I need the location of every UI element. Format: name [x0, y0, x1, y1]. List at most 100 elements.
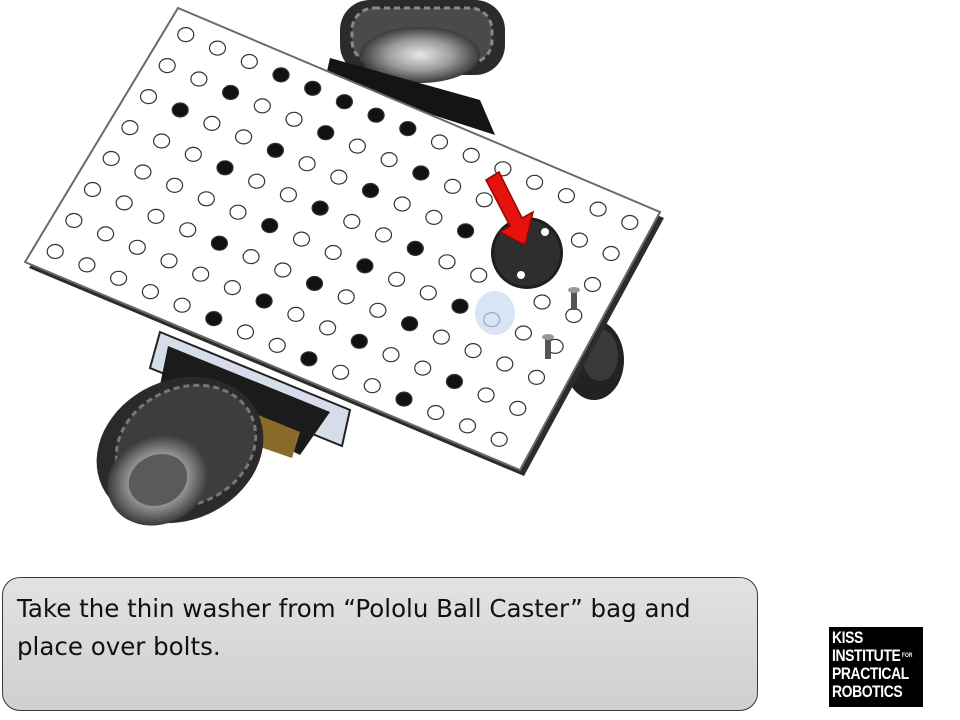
- logo-line-kiss: KISS: [832, 628, 863, 647]
- plate-hole: [527, 369, 546, 385]
- plate-hole: [462, 147, 480, 163]
- plate-hole: [96, 226, 115, 242]
- plate-hole: [458, 418, 477, 434]
- plate-hole: [160, 253, 178, 269]
- plate-hole: [255, 293, 273, 309]
- plate-hole: [128, 239, 146, 255]
- plate-hole: [208, 40, 227, 56]
- plate-hole: [141, 284, 159, 300]
- plate-hole: [261, 218, 279, 234]
- plate-hole: [533, 294, 551, 310]
- chassis-plate: [23, 6, 664, 476]
- plate-hole: [565, 307, 583, 324]
- plate-hole: [509, 400, 527, 416]
- plate-hole: [432, 329, 450, 345]
- plate-hole: [203, 115, 221, 132]
- plate-hole: [525, 174, 544, 190]
- plate-hole: [177, 26, 195, 43]
- plate-hole: [361, 182, 380, 199]
- plate-hole: [457, 223, 475, 239]
- plate-hole: [514, 325, 533, 341]
- plate-hole: [216, 160, 234, 176]
- plate-hole: [109, 270, 128, 286]
- plate-hole: [285, 111, 303, 127]
- plate-hole: [356, 258, 374, 274]
- plate-hole: [274, 262, 292, 278]
- plate-hole: [444, 178, 462, 194]
- plate-hole: [268, 337, 286, 353]
- plate-hole: [173, 297, 191, 313]
- plate-hole: [496, 356, 514, 372]
- plate-hole: [419, 285, 437, 301]
- plate-hole: [287, 306, 305, 322]
- plate-hole: [363, 378, 381, 394]
- plate-hole: [348, 138, 366, 154]
- plate-hole: [477, 387, 495, 403]
- plate-hole: [279, 187, 297, 203]
- logo-line-institute: INSTITUTE: [832, 646, 901, 665]
- plate-hole: [583, 276, 602, 293]
- plate-hole: [121, 119, 139, 136]
- plate-hole: [192, 266, 210, 282]
- plate-hole: [393, 196, 411, 212]
- robot-chassis-illustration: [23, 0, 664, 526]
- plate-hole: [83, 181, 102, 198]
- plate-hole: [470, 267, 488, 283]
- plate-hole: [205, 311, 223, 327]
- plate-hole: [248, 173, 266, 189]
- plate-hole: [147, 208, 165, 224]
- instruction-caption: Take the thin washer from “Pololu Ball C…: [2, 577, 758, 711]
- plate-hole: [311, 200, 329, 216]
- plate-hole: [388, 271, 406, 287]
- plate-hole: [115, 195, 133, 211]
- plate-hole: [438, 254, 456, 270]
- plate-hole: [298, 156, 316, 172]
- plate-hole: [292, 231, 311, 247]
- plate-hole: [158, 57, 176, 74]
- plate-hole: [451, 298, 469, 314]
- plate-hole: [317, 125, 335, 141]
- plate-hole: [78, 257, 96, 273]
- caption-line-2: place over bolts.: [17, 632, 221, 661]
- plate-hole: [272, 67, 290, 83]
- plate-hole: [253, 98, 271, 114]
- plate-hole: [179, 222, 197, 238]
- plate-hole: [412, 165, 430, 181]
- plate-hole: [332, 364, 350, 380]
- plate-hole: [343, 213, 361, 230]
- plate-hole: [235, 129, 253, 145]
- plate-hole: [337, 289, 355, 305]
- plate-hole: [300, 351, 318, 367]
- logo-line-practical: PRACTICAL: [832, 664, 909, 683]
- plate-hole: [330, 169, 348, 185]
- plate-hole: [406, 240, 424, 256]
- plate-hole: [430, 134, 449, 150]
- plate-hole: [134, 164, 152, 180]
- plate-hole: [621, 214, 639, 231]
- plate-hole: [266, 142, 284, 158]
- kiss-institute-logo: KISS INSTITUTE FOR PRACTICAL ROBOTICS: [829, 627, 923, 707]
- plate-hole: [184, 146, 202, 162]
- plate-hole: [223, 280, 241, 296]
- plate-hole: [102, 150, 120, 167]
- plate-hole: [475, 192, 493, 208]
- plate-hole: [445, 373, 463, 390]
- plate-hole: [229, 204, 247, 220]
- plate-hole: [319, 320, 337, 336]
- plate-hole: [399, 121, 417, 137]
- plate-hole: [335, 94, 353, 110]
- plate-hole: [374, 227, 393, 243]
- plate-hole: [222, 84, 240, 101]
- plate-hole: [414, 360, 432, 376]
- plate-hole: [139, 88, 158, 105]
- plate-hole: [305, 275, 324, 292]
- logo-for: FOR: [901, 653, 913, 659]
- highlight-spot: [475, 291, 515, 335]
- plate-hole: [210, 235, 228, 251]
- plate-hole: [464, 343, 482, 359]
- plate-hole: [367, 107, 385, 123]
- caption-line-1: Take the thin washer from “Pololu Ball C…: [17, 594, 691, 623]
- logo-line-robotics: ROBOTICS: [832, 682, 903, 701]
- plate-hole: [350, 333, 368, 349]
- plate-hole: [190, 71, 208, 87]
